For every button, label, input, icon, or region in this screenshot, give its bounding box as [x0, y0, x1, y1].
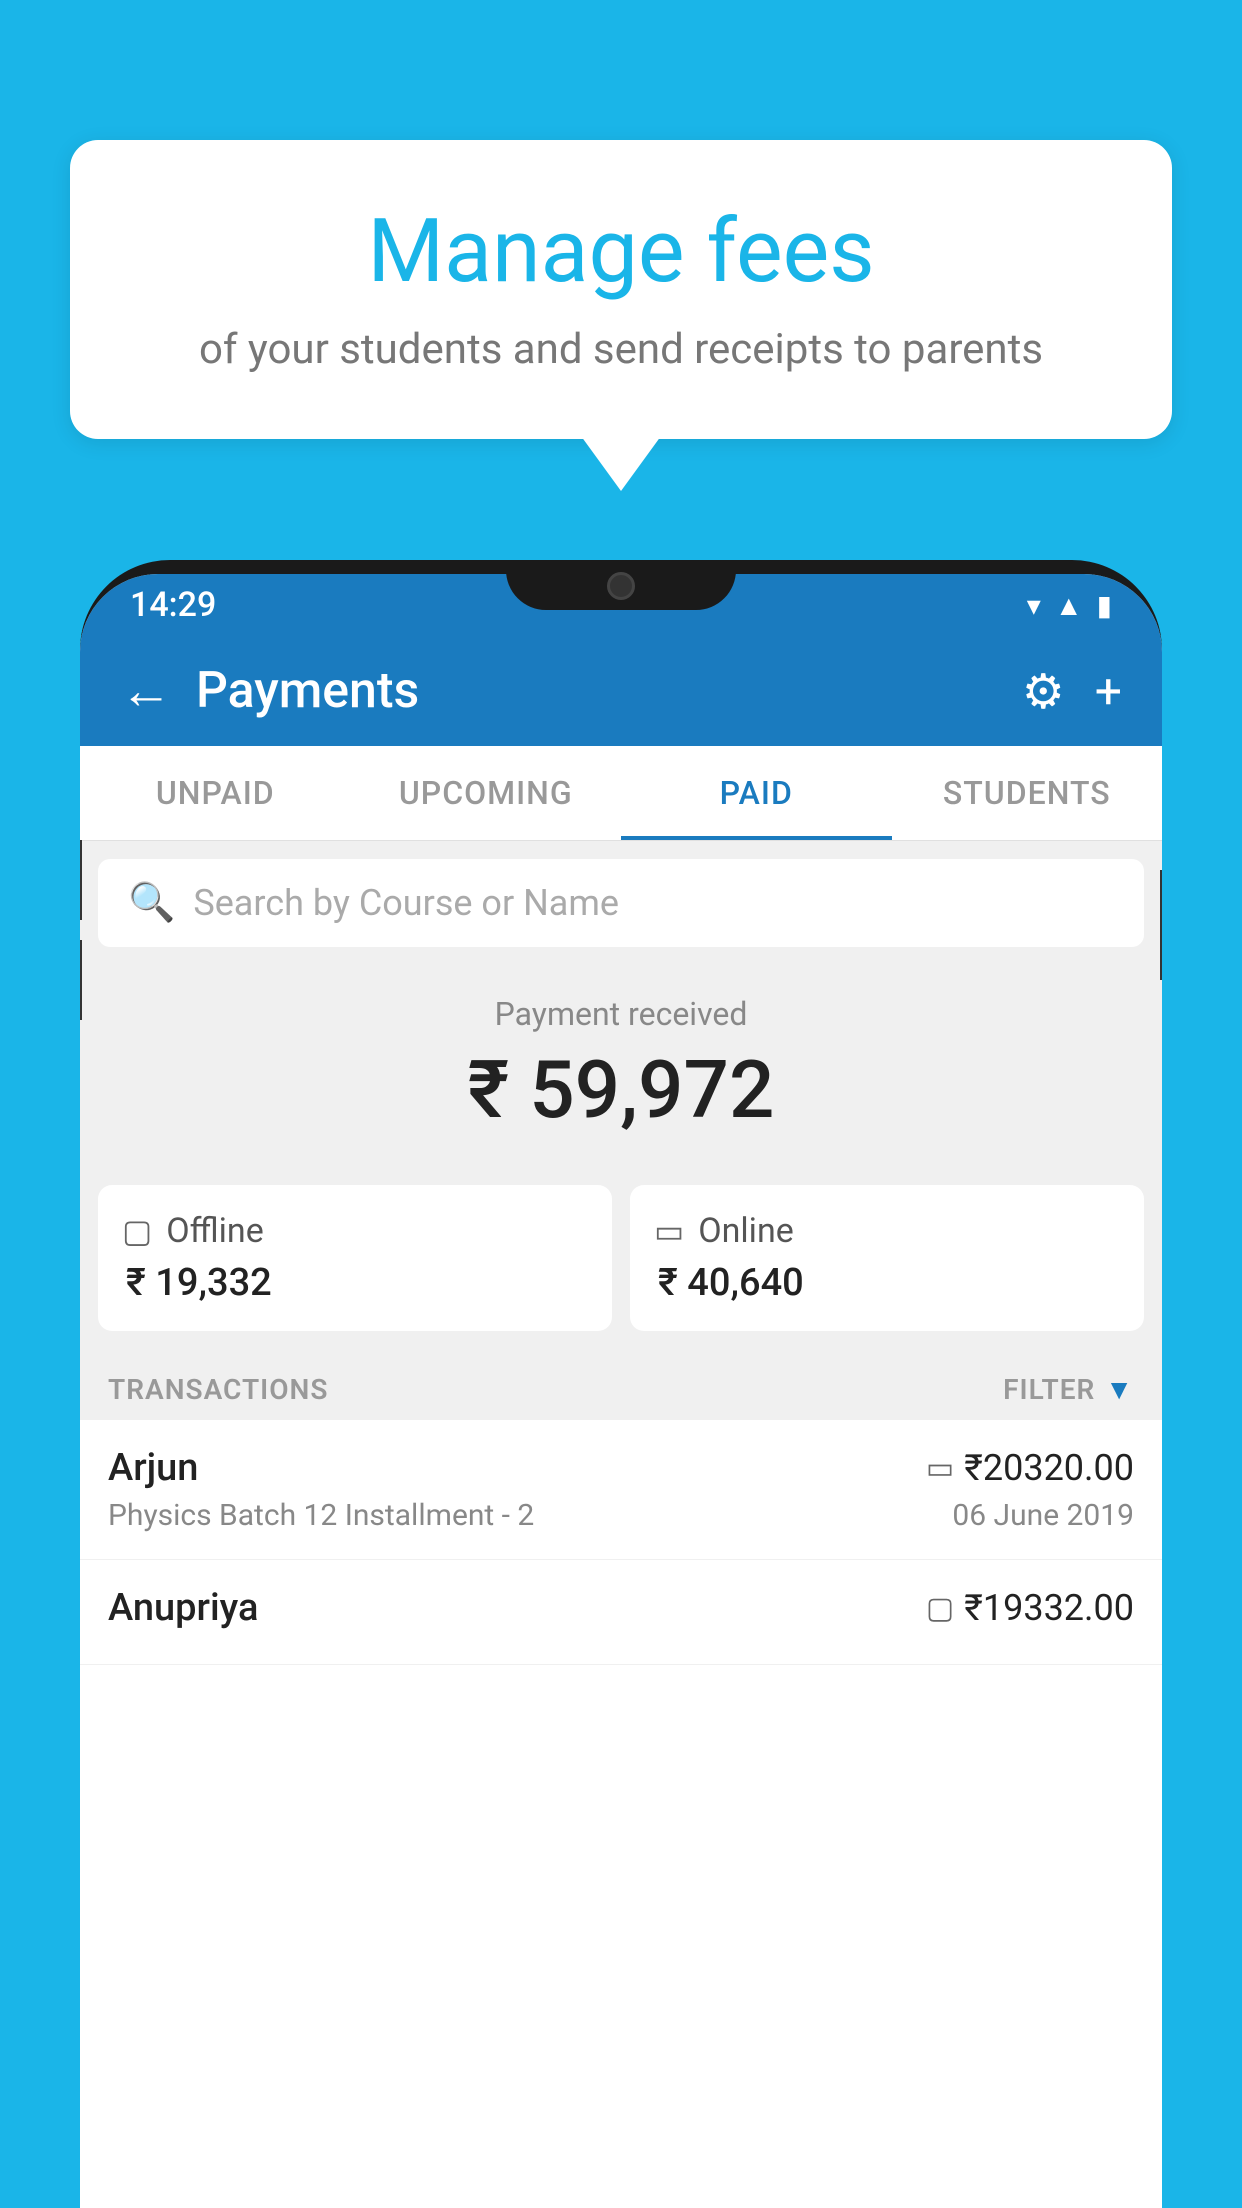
offline-card-row: ▢ Offline — [122, 1211, 588, 1251]
online-card-row: ▭ Online — [654, 1211, 1120, 1251]
transaction-amount-2: ₹19332.00 — [964, 1587, 1134, 1629]
transaction-amount-row-2: ▢ ₹19332.00 — [926, 1587, 1134, 1629]
volume-down-button — [80, 940, 82, 1020]
transactions-list: Arjun ▭ ₹20320.00 Physics Batch 12 Insta… — [80, 1420, 1162, 2208]
transaction-top-row: Arjun ▭ ₹20320.00 — [108, 1446, 1134, 1490]
payment-received-label: Payment received — [110, 995, 1132, 1033]
tab-paid[interactable]: PAID — [621, 746, 892, 840]
filter-icon: ▼ — [1105, 1373, 1134, 1406]
wifi-icon: ▾ — [1027, 589, 1041, 622]
app-bar: ← Payments ⚙ + — [80, 636, 1162, 746]
phone-frame: 14:29 ▾ ▲ ▮ ← Payments ⚙ + UNPAID UPCO — [80, 560, 1162, 2208]
status-icons: ▾ ▲ ▮ — [1027, 589, 1112, 622]
transaction-date: 06 June 2019 — [952, 1498, 1134, 1533]
offline-payment-card: ▢ Offline ₹ 19,332 — [98, 1185, 612, 1331]
payment-total-amount: ₹ 59,972 — [110, 1043, 1132, 1137]
transaction-item[interactable]: Anupriya ▢ ₹19332.00 — [80, 1560, 1162, 1665]
transaction-amount: ₹20320.00 — [964, 1447, 1134, 1489]
app-bar-title: Payments — [196, 662, 1022, 720]
tab-unpaid[interactable]: UNPAID — [80, 746, 351, 840]
signal-icon: ▲ — [1055, 589, 1083, 622]
search-input[interactable]: Search by Course or Name — [193, 882, 1114, 924]
power-button — [1160, 870, 1162, 980]
online-payment-card: ▭ Online ₹ 40,640 — [630, 1185, 1144, 1331]
transactions-label: TRANSACTIONS — [108, 1373, 328, 1406]
status-time: 14:29 — [130, 585, 216, 625]
filter-button[interactable]: FILTER ▼ — [1003, 1373, 1134, 1406]
volume-up-button — [80, 840, 82, 920]
online-amount: ₹ 40,640 — [654, 1261, 1120, 1305]
phone-container: 14:29 ▾ ▲ ▮ ← Payments ⚙ + UNPAID UPCO — [80, 560, 1162, 2208]
search-bar[interactable]: 🔍 Search by Course or Name — [98, 859, 1144, 947]
transaction-item[interactable]: Arjun ▭ ₹20320.00 Physics Batch 12 Insta… — [80, 1420, 1162, 1560]
transaction-name: Arjun — [108, 1446, 198, 1490]
offline-amount: ₹ 19,332 — [122, 1261, 588, 1305]
add-icon[interactable]: + — [1095, 663, 1122, 720]
phone-notch — [506, 560, 736, 610]
phone-camera — [607, 572, 635, 600]
transactions-header: TRANSACTIONS FILTER ▼ — [80, 1355, 1162, 1420]
offline-icon: ▢ — [122, 1212, 152, 1250]
online-icon: ▭ — [654, 1212, 684, 1250]
payment-summary: Payment received ₹ 59,972 — [80, 965, 1162, 1185]
transaction-detail-row: Physics Batch 12 Installment - 2 06 June… — [108, 1498, 1134, 1533]
bubble-title: Manage fees — [140, 200, 1102, 303]
back-button[interactable]: ← — [120, 665, 172, 717]
search-icon: 🔍 — [128, 881, 175, 925]
app-bar-actions: ⚙ + — [1022, 663, 1122, 720]
speech-bubble: Manage fees of your students and send re… — [70, 140, 1172, 439]
offline-label: Offline — [166, 1211, 263, 1251]
transaction-top-row-2: Anupriya ▢ ₹19332.00 — [108, 1586, 1134, 1630]
settings-icon[interactable]: ⚙ — [1022, 663, 1065, 720]
offline-payment-icon: ▢ — [926, 1591, 954, 1626]
bubble-subtitle: of your students and send receipts to pa… — [140, 325, 1102, 374]
online-payment-icon: ▭ — [926, 1451, 954, 1486]
tab-upcoming[interactable]: UPCOMING — [351, 746, 622, 840]
tabs-container: UNPAID UPCOMING PAID STUDENTS — [80, 746, 1162, 841]
payment-cards: ▢ Offline ₹ 19,332 ▭ Online ₹ 40,640 — [80, 1185, 1162, 1355]
transaction-amount-row: ▭ ₹20320.00 — [926, 1447, 1134, 1489]
transaction-course: Physics Batch 12 Installment - 2 — [108, 1498, 534, 1533]
transaction-name-2: Anupriya — [108, 1586, 258, 1630]
tab-students[interactable]: STUDENTS — [892, 746, 1163, 840]
phone-screen: 14:29 ▾ ▲ ▮ ← Payments ⚙ + UNPAID UPCO — [80, 574, 1162, 2208]
battery-icon: ▮ — [1097, 589, 1112, 622]
online-label: Online — [698, 1211, 794, 1251]
content-area: 🔍 Search by Course or Name Payment recei… — [80, 841, 1162, 2208]
filter-label: FILTER — [1003, 1373, 1095, 1406]
speech-bubble-container: Manage fees of your students and send re… — [70, 140, 1172, 439]
